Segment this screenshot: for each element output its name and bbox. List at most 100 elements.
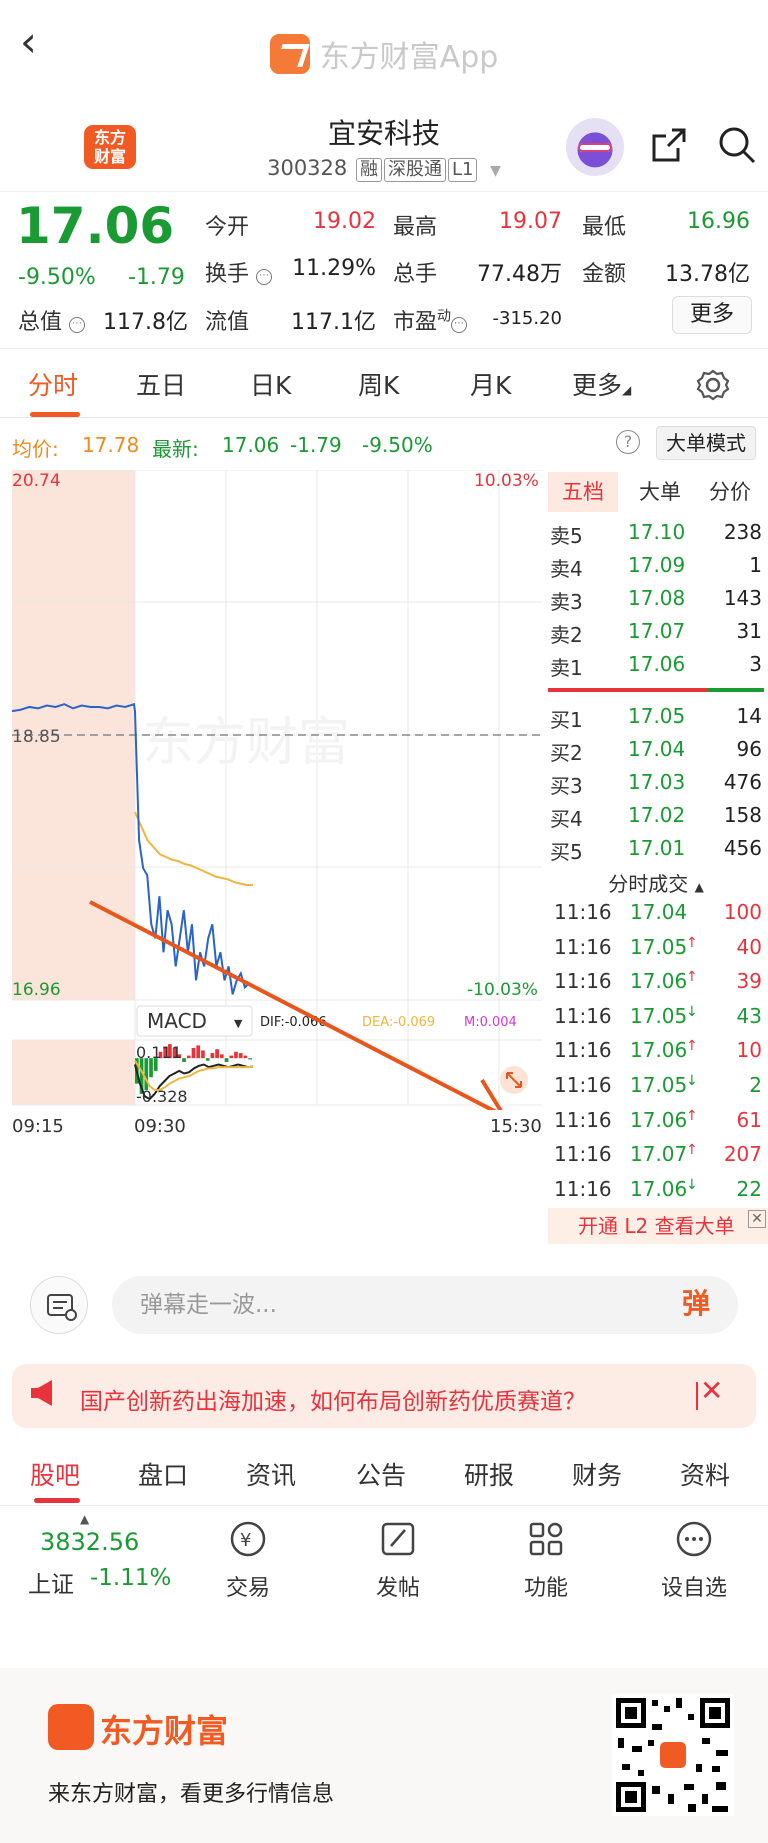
tab-more[interactable]: 更多◢ — [572, 366, 631, 402]
danmu-list-icon[interactable] — [30, 1276, 88, 1334]
dropdown-arrow-icon[interactable]: ▼ — [490, 163, 501, 179]
macd-bar — [182, 1058, 186, 1062]
dock-watchlist[interactable]: 设自选 — [644, 1518, 744, 1602]
level-volume: 3 — [749, 652, 762, 676]
tick-volume: 22 — [736, 1176, 762, 1201]
macd-bar — [238, 1053, 243, 1059]
stock-code: 300328 — [267, 156, 348, 180]
index-value[interactable]: 3832.56 — [40, 1528, 139, 1556]
bid-row-3[interactable]: 买4 17.02 158 — [548, 803, 764, 833]
tab-intraday[interactable]: 分时 — [28, 366, 78, 402]
danmu-send-button[interactable]: 弹 — [682, 1282, 732, 1328]
y-max-label: 20.74 — [12, 471, 61, 491]
ask-row-4[interactable]: 卖1 17.06 3 — [548, 652, 764, 682]
tab-big-order[interactable]: 大单 — [630, 472, 690, 512]
help-icon[interactable]: ? — [616, 430, 640, 454]
level-price: 17.10 — [628, 520, 686, 544]
post-icon — [381, 1522, 415, 1556]
robot-avatar[interactable] — [566, 118, 624, 176]
tab-announcements[interactable]: 公告 — [356, 1456, 406, 1492]
l2-promo-bar[interactable]: 开通 L2 查看大单 — [548, 1208, 768, 1244]
big-order-mode-button[interactable]: 大单模式 — [656, 426, 756, 460]
bid-row-4[interactable]: 买5 17.01 456 — [548, 836, 764, 866]
high-value: 19.07 — [499, 209, 562, 234]
tab-handicap[interactable]: 盘口 — [138, 1456, 188, 1492]
tick-volume: 43 — [736, 1003, 762, 1028]
bid-row-2[interactable]: 买3 17.03 476 — [548, 770, 764, 800]
bid-ratio-bar — [708, 688, 764, 692]
banner-text[interactable]: 国产创新药出海加速，如何布局创新药优质赛道？ — [80, 1382, 586, 1416]
tab-profile[interactable]: 资料 — [680, 1456, 730, 1492]
tag-margin: 融 — [355, 158, 382, 182]
index-name[interactable]: 上证 — [28, 1565, 74, 1599]
bid-row-0[interactable]: 买1 17.05 14 — [548, 704, 764, 734]
info-icon: ⋯ — [256, 269, 273, 285]
back-icon[interactable]: ‹ — [20, 21, 54, 63]
dock-trade-label: 交易 — [225, 1576, 270, 1601]
tag-connect: 深股通 — [383, 158, 446, 182]
low-value: 16.96 — [687, 209, 750, 234]
tab-five-level[interactable]: 五档 — [548, 472, 618, 512]
tab-finance[interactable]: 财务 — [572, 1456, 622, 1492]
amount-label: 金额 — [582, 262, 627, 287]
level-price: 17.05 — [628, 704, 686, 728]
tab-news[interactable]: 资讯 — [246, 1456, 296, 1492]
tick-volume: 2 — [749, 1073, 762, 1097]
banner-close-icon[interactable]: ✕ — [700, 1374, 723, 1407]
ask-row-1[interactable]: 卖4 17.09 1 — [548, 553, 764, 583]
ask-ratio-bar — [548, 688, 708, 692]
gear-icon[interactable] — [696, 368, 730, 402]
avg-price-line — [134, 811, 253, 887]
tab-research[interactable]: 研报 — [464, 1456, 514, 1492]
level-volume: 143 — [723, 586, 762, 610]
y-mid-label: 18.85 — [12, 727, 61, 747]
indicator-dropdown-icon: ▼ — [234, 1017, 243, 1030]
close-icon[interactable]: ✕ — [748, 1210, 766, 1228]
x-label-open: 09:30 — [134, 1116, 186, 1137]
qr-code-icon[interactable] — [612, 1694, 734, 1816]
ask-row-3[interactable]: 卖2 17.07 31 — [548, 619, 764, 649]
tab-price-dist[interactable]: 分价 — [700, 472, 760, 512]
ticks-title[interactable]: 分时成交 ▲ — [548, 868, 764, 897]
dock-trade[interactable]: ¥ 交易 — [198, 1518, 298, 1602]
tick-row: 11:16 17.06 ↓ 22 — [548, 1177, 764, 1207]
eastmoney-logo-icon — [48, 1704, 94, 1750]
footer-brand: 东方财富 — [100, 1712, 229, 1750]
dock-post[interactable]: 发帖 — [348, 1518, 448, 1602]
tick-volume: 207 — [723, 1142, 762, 1167]
more-button[interactable]: 更多 — [672, 296, 752, 334]
tick-time: 11:16 — [554, 934, 612, 959]
intraday-chart[interactable]: 东方财富 20.74 18.85 16.96 10.03% -10.03% MA… — [12, 470, 542, 1110]
tick-row: 11:16 17.04 100 — [548, 900, 764, 930]
tab-weekly-k[interactable]: 周K — [358, 366, 399, 402]
bid-row-1[interactable]: 买2 17.04 96 — [548, 737, 764, 767]
dock-apps-label: 功能 — [523, 1576, 568, 1601]
tick-price: 17.05 — [630, 1073, 688, 1097]
tick-direction-icon: ↑ — [686, 1107, 698, 1124]
dock-apps[interactable]: 功能 — [496, 1518, 596, 1602]
tab-five-day[interactable]: 五日 — [136, 366, 186, 402]
more-icon — [676, 1521, 712, 1557]
tick-price: 17.06 — [630, 969, 688, 994]
ask-row-2[interactable]: 卖3 17.08 143 — [548, 586, 764, 616]
index-change[interactable]: -1.11% — [90, 1565, 171, 1591]
footer-slogan: 来东方财富，看更多行情信息 — [48, 1782, 335, 1807]
share-icon[interactable] — [648, 124, 690, 166]
level-volume: 238 — [723, 520, 762, 544]
macd-bar — [144, 1058, 149, 1091]
tab-daily-k[interactable]: 日K — [250, 366, 291, 402]
ask-row-0[interactable]: 卖5 17.10 238 — [548, 520, 764, 550]
macd-bar — [224, 1058, 229, 1062]
latest-change: -1.79 — [290, 433, 342, 457]
tick-price: 17.07 — [630, 1142, 688, 1167]
danmu-input[interactable]: 弹幕走一波... — [112, 1276, 738, 1334]
level-price: 17.01 — [628, 836, 686, 860]
pe-value: -315.20 — [492, 308, 562, 329]
search-icon[interactable] — [716, 124, 758, 166]
tick-direction-icon: ↓ — [686, 1003, 698, 1020]
tag-level: L1 — [447, 158, 478, 182]
tab-forum[interactable]: 股吧 — [30, 1456, 80, 1492]
tab-monthly-k[interactable]: 月K — [470, 366, 511, 402]
tick-time: 11:16 — [554, 1073, 612, 1097]
level-price: 17.08 — [628, 586, 686, 610]
